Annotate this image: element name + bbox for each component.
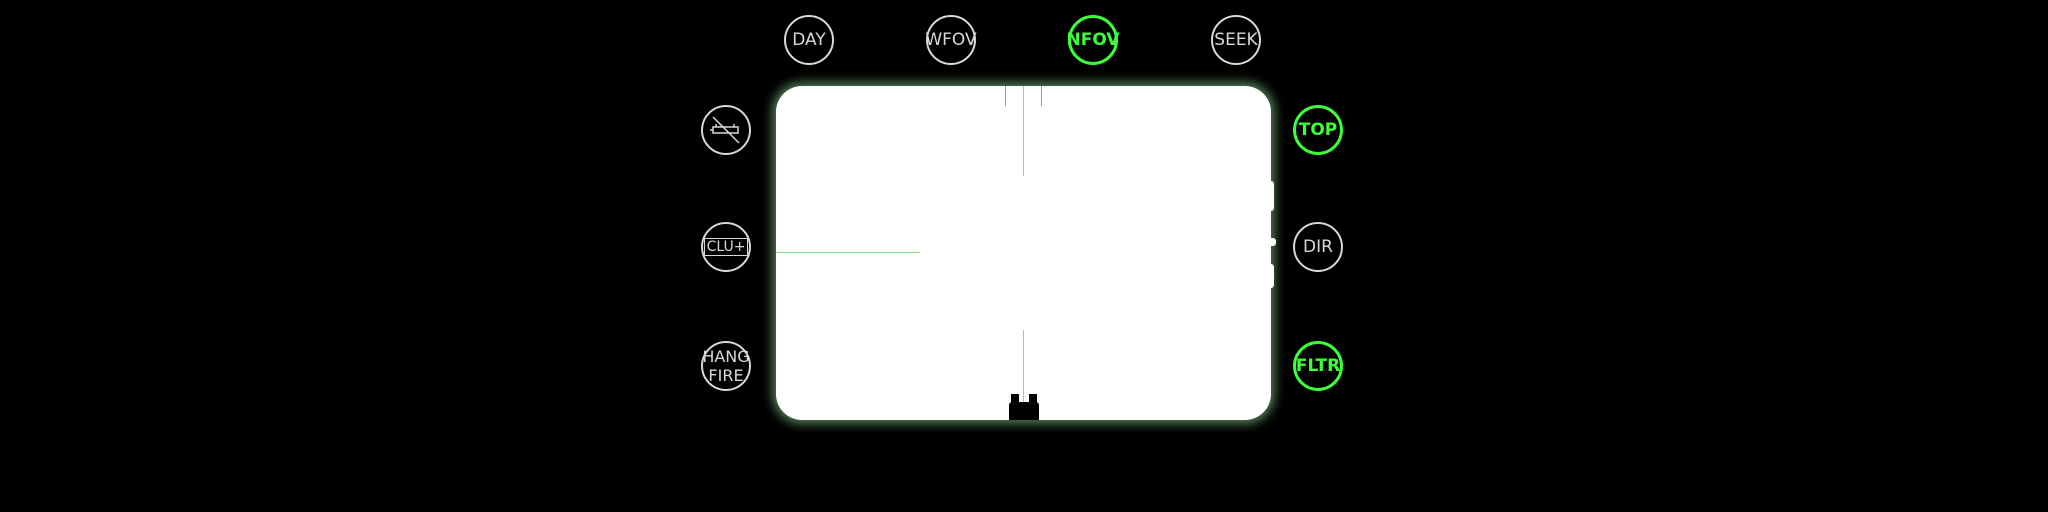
no-missile-button[interactable] (701, 105, 751, 155)
clu-label: CLU+ (703, 238, 749, 256)
seek-button[interactable]: SEEK (1211, 15, 1261, 65)
seek-label: SEEK (1214, 29, 1258, 50)
hang-fire-label: HANG FIRE (702, 347, 749, 385)
dir-button[interactable]: DIR (1293, 222, 1343, 272)
display-edge-mark (1266, 238, 1276, 246)
reticle-vertical-top (1023, 86, 1024, 176)
day-button[interactable]: DAY (784, 15, 834, 65)
fltr-button[interactable]: FLTR (1293, 341, 1343, 391)
hang-label: HANG (702, 347, 750, 366)
sensor-silhouette (1011, 394, 1019, 404)
wfov-label: WFOV (925, 29, 977, 50)
display-edge-mark (1266, 181, 1274, 211)
display-edge-mark (1266, 264, 1274, 288)
reticle-horizontal-left (776, 252, 920, 253)
nfov-button[interactable]: NFOV (1066, 15, 1120, 65)
wfov-button[interactable]: WFOV (925, 15, 977, 65)
reticle-vertical-bottom (1023, 330, 1024, 404)
fire-label: FIRE (708, 366, 744, 385)
top-label: TOP (1298, 119, 1338, 140)
top-button[interactable]: TOP (1293, 105, 1343, 155)
dir-label: DIR (1303, 236, 1333, 257)
reticle-tick (1041, 86, 1042, 106)
no-missile-icon (710, 116, 740, 144)
hang-fire-button[interactable]: HANG FIRE (701, 341, 751, 391)
sensor-silhouette (1029, 394, 1037, 404)
clu-button[interactable]: CLU+ (701, 222, 751, 272)
fltr-label: FLTR (1295, 355, 1341, 376)
day-label: DAY (792, 29, 826, 50)
sight-display (776, 86, 1276, 420)
sensor-silhouette (1009, 402, 1039, 420)
nfov-label: NFOV (1066, 29, 1120, 50)
reticle-tick (1005, 86, 1006, 106)
